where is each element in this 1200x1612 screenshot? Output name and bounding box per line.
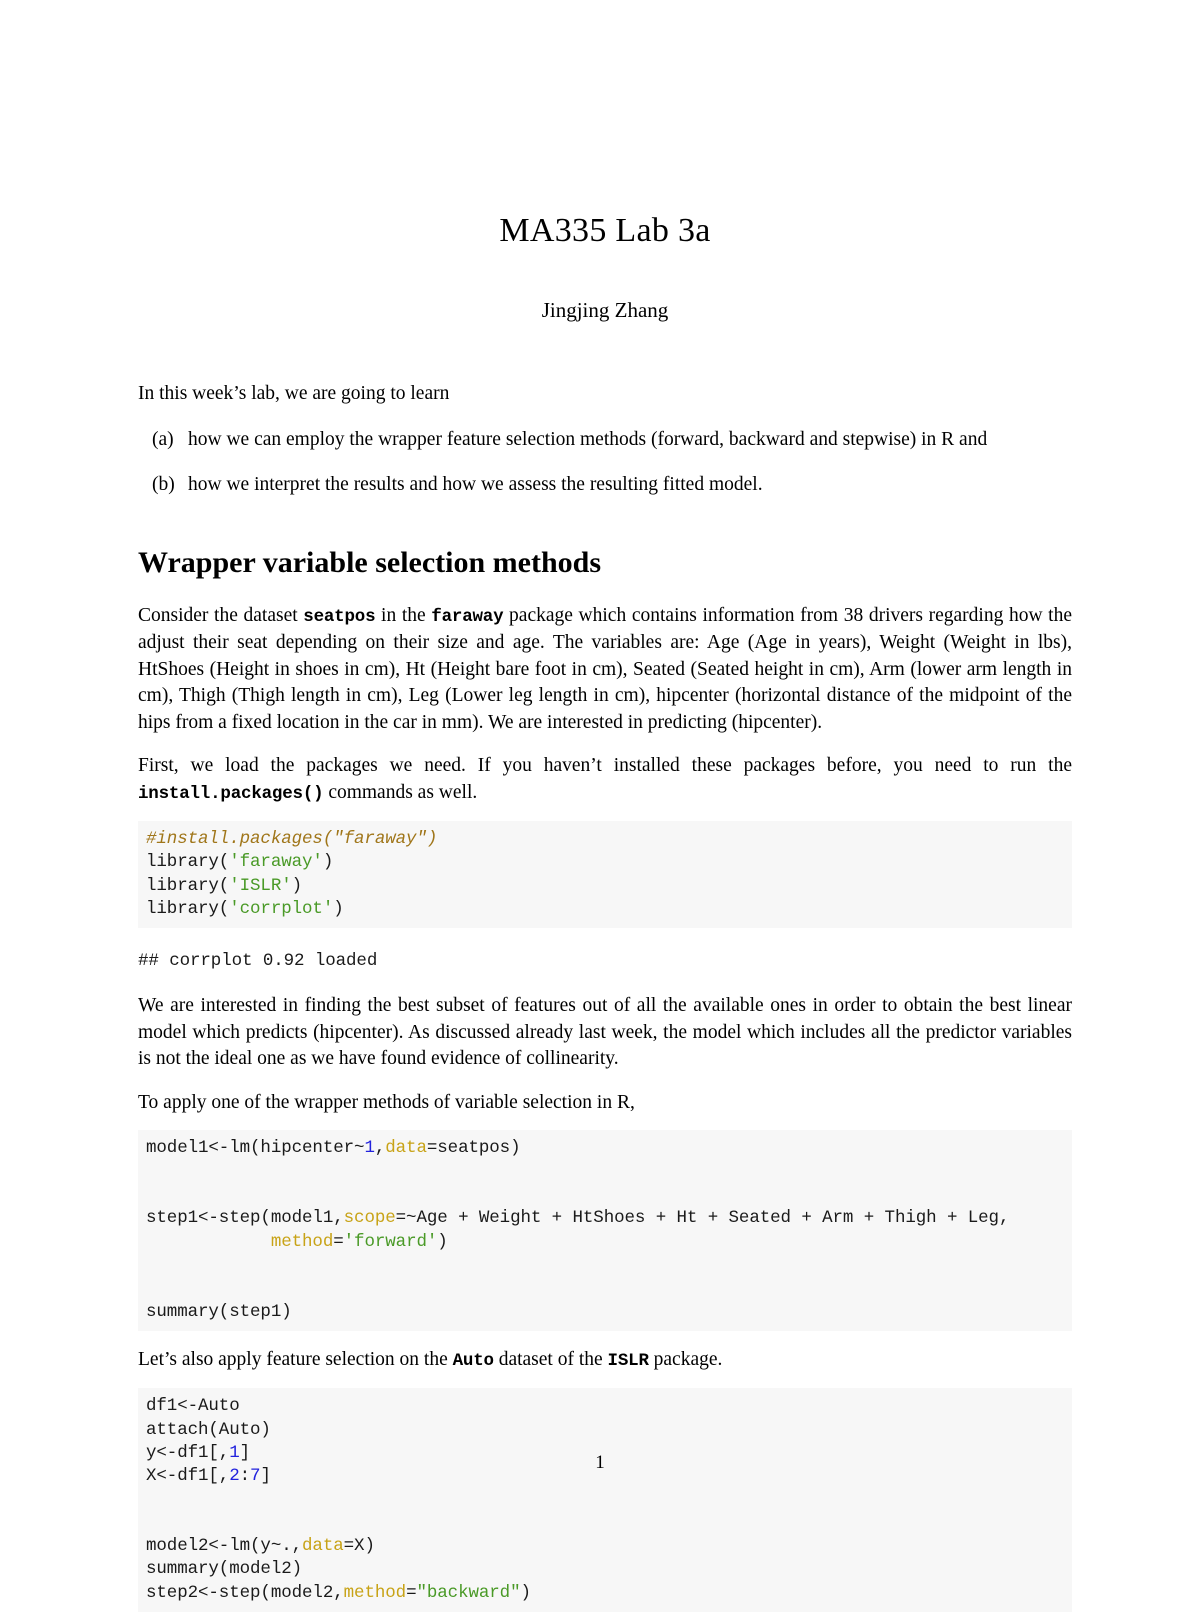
inline-code-install-packages: install.packages() <box>138 783 324 804</box>
apply-wrapper-paragraph: To apply one of the wrapper methods of v… <box>138 1091 635 1113</box>
list-item-marker: (b) <box>152 474 175 495</box>
list-item-marker: (a) <box>152 428 174 450</box>
list-item: (a) how we can employ the wrapper featur… <box>138 427 1072 454</box>
list-item: (b) how we interpret the results and how… <box>138 472 1072 499</box>
load-packages-paragraph: First, we load the packages we need. If … <box>138 753 1072 807</box>
auto-dataset-paragraph: Let’s also apply feature selection on th… <box>138 1347 1072 1375</box>
section-heading: Wrapper variable selection methods <box>138 545 602 579</box>
page-title: MA335 Lab 3a <box>499 212 711 249</box>
code-output-corrplot-loaded: ## corrplot 0.92 loaded <box>138 951 378 972</box>
intro-lead-text: In this week’s lab, we are going to lear… <box>138 383 450 404</box>
paragraph-text-segment: package. <box>648 1348 723 1370</box>
document-content: MA335 Lab 3a Jingjing Zhang In this week… <box>138 0 1072 1612</box>
code-lines: model1<-lm(hipcenter~1,data=seatpos) ste… <box>146 1138 1010 1322</box>
objectives-list: (a) how we can employ the wrapper featur… <box>138 427 1072 499</box>
best-subset-paragraph: We are interested in finding the best su… <box>138 995 1072 1070</box>
inline-code-faraway: faraway <box>431 606 504 627</box>
dataset-description-paragraph: Consider the dataset seatpos in the fara… <box>138 603 1072 737</box>
inline-code-seatpos: seatpos <box>303 606 376 627</box>
document-author: Jingjing Zhang <box>541 298 669 322</box>
code-block-forward-selection[interactable]: model1<-lm(hipcenter~1,data=seatpos) ste… <box>138 1130 1072 1331</box>
list-item-label: how we interpret the results and how we … <box>188 474 763 495</box>
page-number: 1 <box>595 1452 605 1473</box>
inline-code-islr: ISLR <box>607 1350 649 1371</box>
list-item-label: how we can employ the wrapper feature se… <box>188 428 988 450</box>
paragraph-text-segment: First, we load the packages we need. If … <box>138 755 1072 776</box>
paragraph-text-segment: in the <box>375 604 432 626</box>
paragraph-text-segment: dataset of the <box>493 1348 608 1370</box>
code-block-backward-selection[interactable]: df1<-Auto attach(Auto) y<-df1[,1] X<-df1… <box>138 1388 1072 1612</box>
code-block-library-imports[interactable]: #install.packages("faraway") library('fa… <box>138 821 1072 929</box>
paragraph-text-segment: Let’s also apply feature selection on th… <box>138 1348 453 1370</box>
paragraph-text-segment: commands as well. <box>323 781 478 803</box>
inline-code-auto: Auto <box>452 1350 494 1371</box>
paragraph-text-segment: Consider the dataset <box>138 604 304 626</box>
code-lines: #install.packages("faraway") library('fa… <box>146 829 438 919</box>
document-page: MA335 Lab 3a Jingjing Zhang In this week… <box>0 0 1200 1612</box>
code-lines: df1<-Auto attach(Auto) y<-df1[,1] X<-df1… <box>146 1396 531 1603</box>
